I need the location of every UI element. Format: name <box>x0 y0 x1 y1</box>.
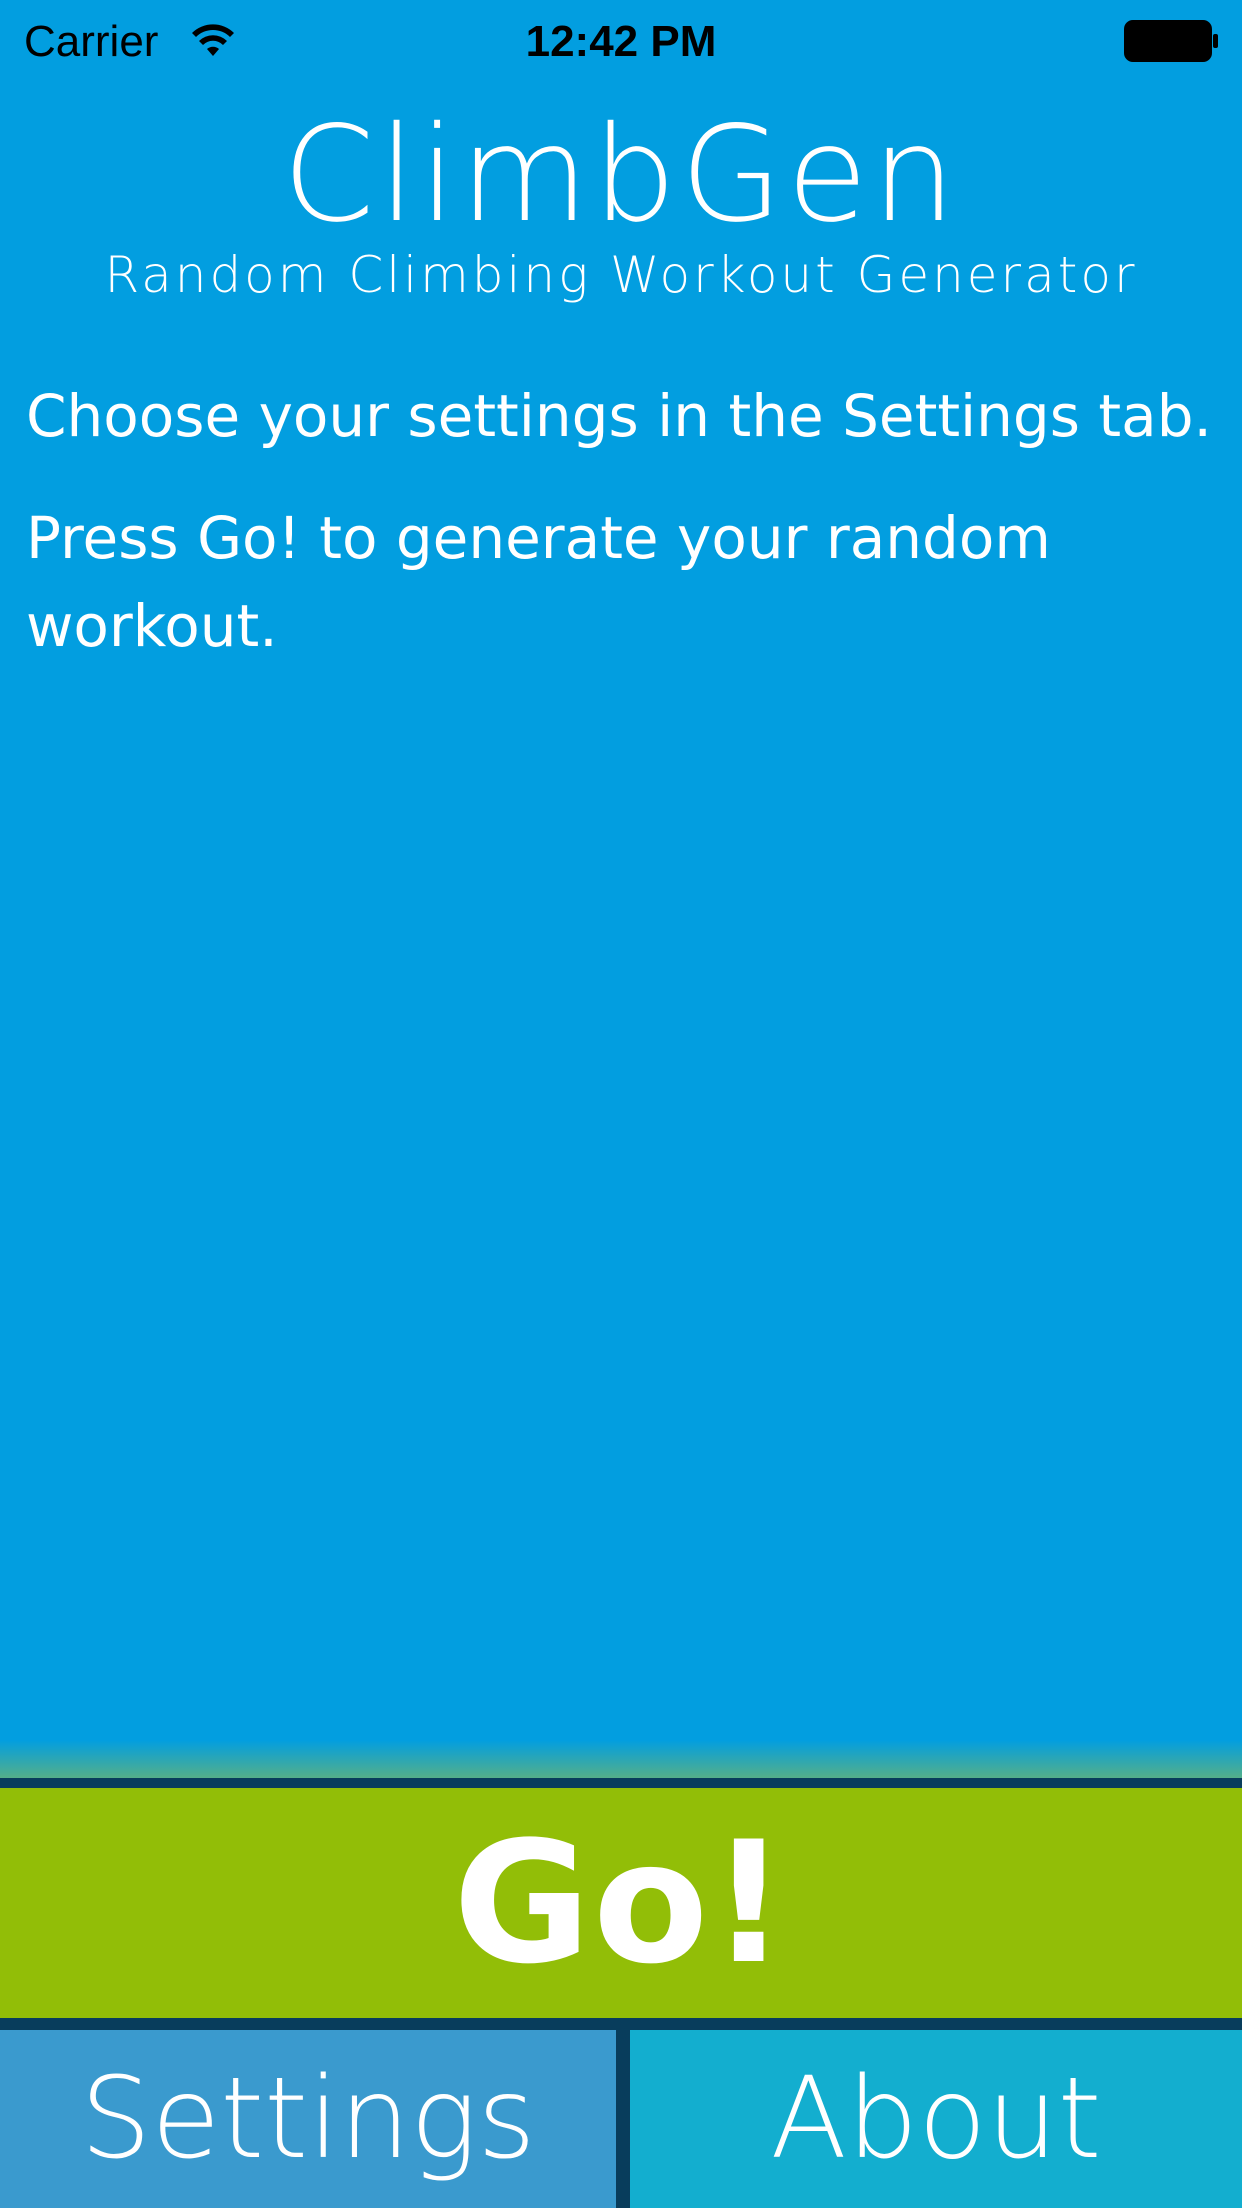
app-title: ClimbGen <box>282 98 960 252</box>
instruction-go: Press Go! to generate your random workou… <box>26 504 1051 660</box>
app-subtitle: Random Climbing Workout Generator <box>104 246 1138 304</box>
app-screen: Carrier 12:42 PM ClimbGen Random Climbin… <box>0 0 1242 2208</box>
go-button-shadow <box>0 1740 1242 1780</box>
instructions: Choose your settings in the Settings tab… <box>26 372 1226 704</box>
tab-bar: Settings About <box>0 2030 1242 2208</box>
instruction-settings: Choose your settings in the Settings tab… <box>26 382 1212 450</box>
battery-icon <box>1124 20 1220 62</box>
status-time: 12:42 PM <box>525 17 717 66</box>
go-button[interactable]: Go! <box>0 1778 1242 2030</box>
tab-settings[interactable]: Settings <box>0 2030 616 2208</box>
status-bar: Carrier 12:42 PM <box>0 0 1242 80</box>
tab-about[interactable]: About <box>630 2030 1242 2208</box>
